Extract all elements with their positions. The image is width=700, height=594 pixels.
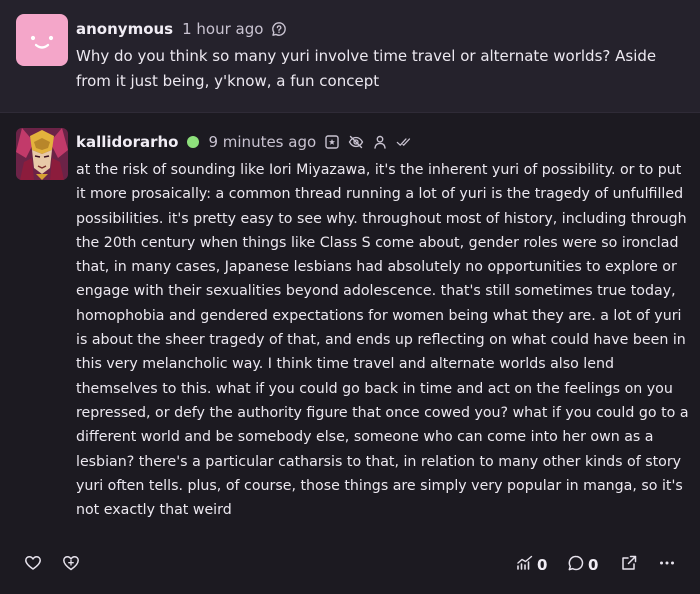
more-icon — [658, 554, 676, 576]
embed-icon — [324, 134, 340, 150]
post-actions-bar: 0 0 — [0, 548, 700, 582]
more-button[interactable] — [658, 555, 676, 575]
share-button[interactable] — [620, 555, 638, 575]
comments-count: 0 — [588, 556, 599, 574]
ask-question-text: Why do you think so many yuri involve ti… — [76, 47, 657, 90]
ask-username[interactable]: anonymous — [76, 20, 173, 38]
heart-shield-icon — [62, 554, 80, 576]
ask-bubble-icon — [271, 21, 287, 37]
stats-count: 0 — [537, 556, 548, 574]
like-button[interactable] — [24, 555, 42, 575]
answer-username[interactable]: kallidorarho — [76, 133, 178, 151]
ask-header: anonymous 1 hour ago — [76, 17, 287, 41]
comment-icon — [567, 554, 585, 576]
smiley-face-icon — [30, 35, 54, 49]
answer-header: kallidorarho 9 minutes ago — [76, 130, 412, 154]
anonymous-avatar — [16, 14, 68, 66]
answer-timestamp[interactable]: 9 minutes ago — [208, 133, 316, 151]
heart-icon — [24, 554, 42, 576]
stats-button[interactable]: 0 — [516, 555, 547, 575]
comments-button[interactable]: 0 — [567, 555, 598, 575]
post-view: anonymous 1 hour ago Why do you think so… — [0, 0, 700, 594]
kallidorarho-avatar[interactable] — [16, 128, 68, 180]
answer-body-text: at the risk of sounding like Iori Miyaza… — [76, 162, 689, 519]
boost-button[interactable] — [62, 555, 80, 575]
person-icon — [372, 134, 388, 150]
share-icon — [620, 554, 638, 576]
online-status-dot — [187, 136, 200, 148]
ask-block: anonymous 1 hour ago Why do you think so… — [0, 0, 700, 113]
hidden-eye-icon — [348, 134, 364, 150]
double-check-icon — [396, 134, 412, 150]
ask-timestamp[interactable]: 1 hour ago — [182, 20, 263, 38]
stats-icon — [516, 554, 534, 576]
